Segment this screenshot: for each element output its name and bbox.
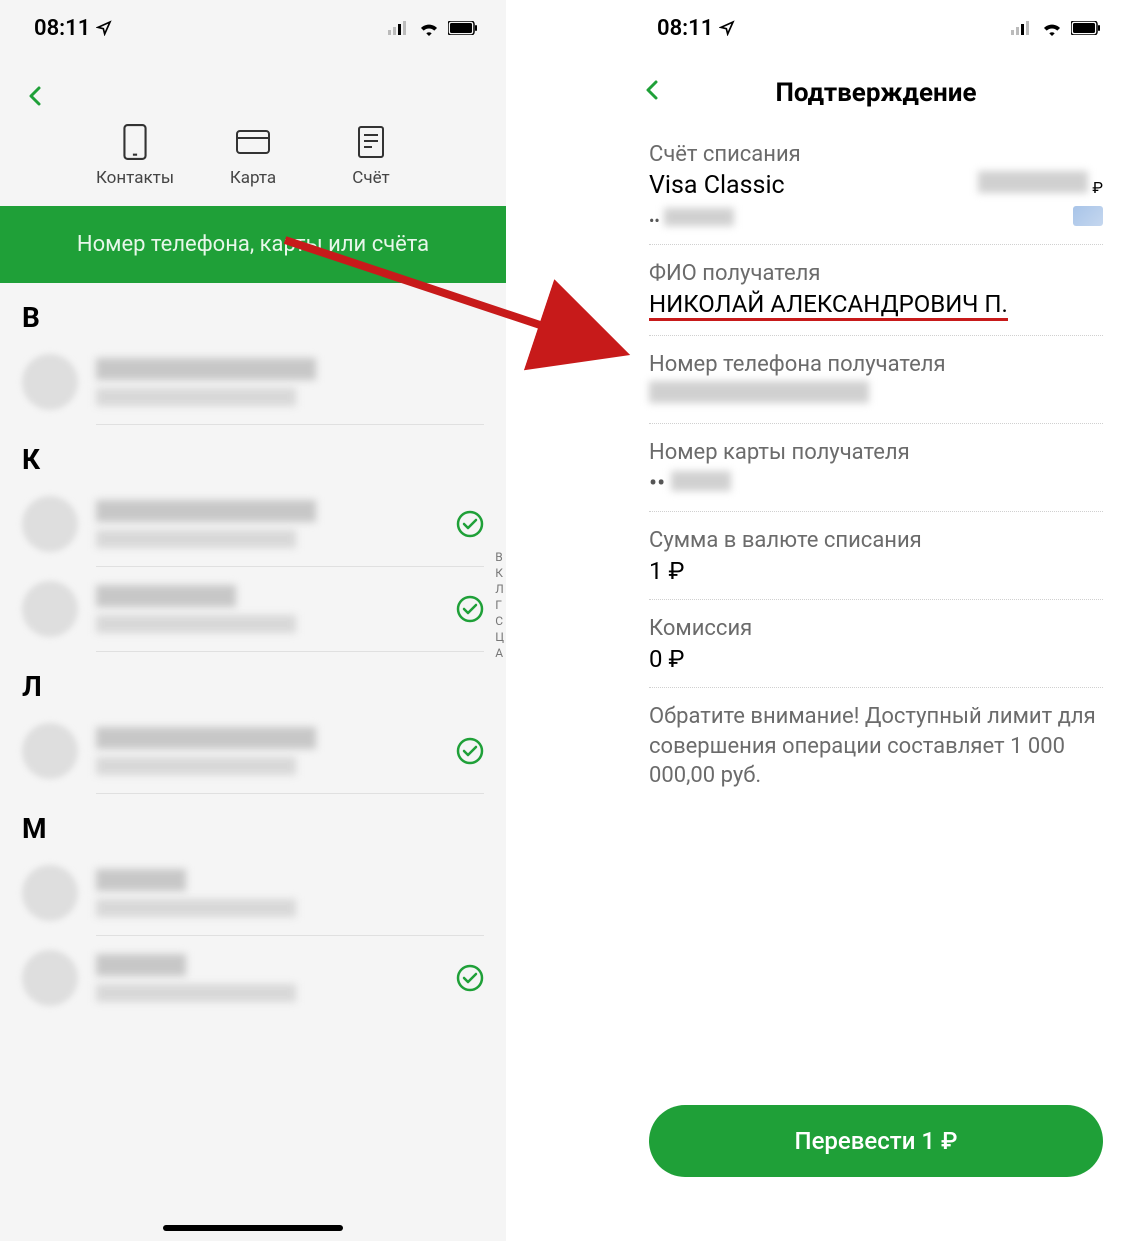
- tab-label: Карта: [230, 168, 276, 188]
- tab-contacts[interactable]: Контакты: [91, 122, 179, 188]
- battery-icon: [1071, 21, 1101, 35]
- status-icons: [1011, 20, 1101, 36]
- sber-check-icon: [456, 595, 484, 623]
- field-fee: Комиссия 0 ₽: [649, 600, 1103, 688]
- contact-row[interactable]: [0, 851, 506, 935]
- contact-info: [96, 585, 438, 633]
- contact-row[interactable]: [0, 340, 506, 424]
- sber-check-icon: [456, 964, 484, 992]
- fee-value: 0 ₽: [649, 645, 1103, 673]
- field-label: Сумма в валюте списания: [649, 528, 1103, 553]
- tab-label: Счёт: [352, 168, 389, 188]
- field-recipient-phone: Номер телефона получателя: [649, 336, 1103, 424]
- account-balance: ₽: [978, 171, 1103, 197]
- status-icons: [388, 20, 478, 36]
- section-header: В: [0, 283, 506, 340]
- confirmation-details: Счёт списания Visa Classic ₽ •• ФИО полу…: [623, 126, 1129, 791]
- contact-row[interactable]: [0, 482, 506, 566]
- header: Подтверждение: [623, 56, 1129, 126]
- tab-card[interactable]: Карта: [209, 122, 297, 188]
- wifi-icon: [1041, 20, 1063, 36]
- field-label: Комиссия: [649, 616, 1103, 641]
- card-thumbnail-icon: [1073, 206, 1103, 226]
- sber-check-icon: [456, 737, 484, 765]
- avatar: [22, 354, 78, 410]
- contact-info: [96, 727, 438, 775]
- amount-value: 1 ₽: [649, 557, 1103, 585]
- section-header: М: [0, 794, 506, 851]
- account-number: ••: [649, 208, 734, 230]
- field-amount: Сумма в валюте списания 1 ₽: [649, 512, 1103, 600]
- status-time-text: 08:11: [34, 16, 90, 41]
- tab-label: Контакты: [96, 168, 174, 188]
- contact-info: [96, 869, 484, 917]
- transfer-button[interactable]: Перевести 1 ₽: [649, 1105, 1103, 1177]
- field-account-from: Счёт списания Visa Classic ₽ ••: [649, 126, 1103, 245]
- contact-row[interactable]: [0, 936, 506, 1020]
- account-name: Visa Classic: [649, 171, 785, 200]
- status-time: 08:11: [657, 16, 735, 41]
- signal-icon: [1011, 21, 1033, 35]
- recipient-card: ••: [649, 469, 1103, 497]
- screen-confirmation: 08:11 Подтверждение Счёт списания Visa C…: [623, 0, 1129, 1241]
- field-label: ФИО получателя: [649, 261, 1103, 286]
- section-header: Л: [0, 652, 506, 709]
- limit-notice: Обратите внимание! Доступный лимит для с…: [649, 688, 1103, 791]
- alpha-index[interactable]: В К Л Г С Ц А: [495, 550, 506, 660]
- tab-account[interactable]: Счёт: [327, 122, 415, 188]
- contact-info: [96, 954, 438, 1002]
- status-bar: 08:11: [623, 0, 1129, 56]
- avatar: [22, 581, 78, 637]
- field-label: Номер телефона получателя: [649, 352, 1103, 377]
- phone-icon: [115, 122, 155, 162]
- contact-info: [96, 358, 484, 406]
- search-input[interactable]: Номер телефона, карты или счёта: [0, 206, 506, 283]
- avatar: [22, 723, 78, 779]
- field-label: Счёт списания: [649, 142, 1103, 167]
- avatar: [22, 496, 78, 552]
- wifi-icon: [418, 20, 440, 36]
- status-time: 08:11: [34, 16, 112, 41]
- contacts-list[interactable]: В К Л: [0, 283, 506, 1020]
- back-button[interactable]: [18, 78, 54, 114]
- field-label: Номер карты получателя: [649, 440, 1103, 465]
- sber-check-icon: [456, 510, 484, 538]
- location-icon: [719, 20, 735, 36]
- signal-icon: [388, 21, 410, 35]
- page-title: Подтверждение: [776, 78, 977, 108]
- contact-info: [96, 500, 438, 548]
- home-indicator[interactable]: [163, 1225, 343, 1231]
- screen-contacts: 08:11 Контакты Карта Счёт: [0, 0, 506, 1241]
- recipient-phone: [649, 381, 1103, 409]
- battery-icon: [448, 21, 478, 35]
- field-recipient-card: Номер карты получателя ••: [649, 424, 1103, 512]
- transfer-button-label: Перевести 1 ₽: [795, 1127, 958, 1155]
- status-time-text: 08:11: [657, 16, 713, 41]
- section-header: К: [0, 425, 506, 482]
- card-icon: [233, 122, 273, 162]
- field-recipient-name: ФИО получателя НИКОЛАЙ АЛЕКСАНДРОВИЧ П.: [649, 245, 1103, 336]
- location-icon: [96, 20, 112, 36]
- avatar: [22, 865, 78, 921]
- contact-row[interactable]: [0, 709, 506, 793]
- search-placeholder: Номер телефона, карты или счёта: [77, 232, 429, 257]
- status-bar: 08:11: [0, 0, 506, 56]
- document-icon: [351, 122, 391, 162]
- recipient-name: НИКОЛАЙ АЛЕКСАНДРОВИЧ П.: [649, 290, 1008, 321]
- contact-row[interactable]: [0, 567, 506, 651]
- transfer-method-tabs: Контакты Карта Счёт: [0, 56, 506, 198]
- avatar: [22, 950, 78, 1006]
- back-button[interactable]: [641, 78, 665, 106]
